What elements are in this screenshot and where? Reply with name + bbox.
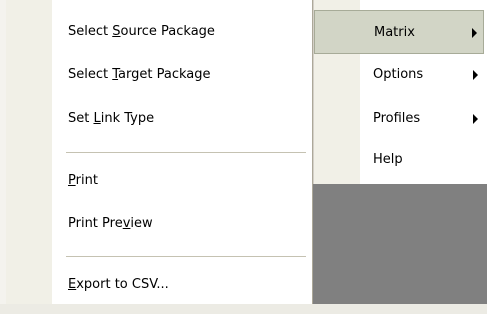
submenu-item-help[interactable]: Help xyxy=(314,138,484,182)
menu-item-label: Select xyxy=(68,67,113,82)
menu-icon-gutter xyxy=(6,0,52,304)
chevron-right-icon xyxy=(473,114,478,124)
menu-item-export-csv[interactable]: Export to CSV... xyxy=(68,273,169,297)
menu-item-label: Select xyxy=(68,24,113,39)
menu-item-accelerator: E xyxy=(68,277,77,292)
chevron-right-icon xyxy=(473,70,478,80)
menu-item-accelerator: L xyxy=(93,111,101,126)
menu-item-accelerator: P xyxy=(68,173,76,188)
menu-item-label: rint xyxy=(75,173,98,188)
menu-item-select-target-package[interactable]: Select Target Package xyxy=(68,63,211,87)
menu-separator xyxy=(66,256,306,257)
menu-item-label: xport to CSV... xyxy=(76,277,169,292)
window-bottom-edge xyxy=(0,304,487,314)
submenu-item-profiles[interactable]: Profiles xyxy=(314,97,484,141)
chevron-right-icon xyxy=(472,28,477,38)
menu-item-set-link-type[interactable]: Set Link Type xyxy=(68,107,154,131)
menu-item-print-preview[interactable]: Print Preview xyxy=(68,212,153,236)
menu-item-select-source-package[interactable]: Select Source Package xyxy=(68,20,215,44)
menu-item-label: iew xyxy=(130,216,153,231)
menu-item-label: ink Type xyxy=(100,111,155,126)
menu-item-label: ource Package xyxy=(120,24,215,39)
menu-item-label: Set xyxy=(68,111,94,126)
menu-item-label: Print Pre xyxy=(68,216,123,231)
menu-item-label: arget Package xyxy=(118,67,211,82)
submenu-item-label: Profiles xyxy=(373,111,421,126)
submenu-item-label: Options xyxy=(373,67,424,82)
menu-separator xyxy=(66,152,306,153)
menu-item-print[interactable]: Print xyxy=(68,169,98,193)
submenu-item-label: Help xyxy=(373,152,403,167)
submenu-item-options[interactable]: Options xyxy=(314,53,484,97)
submenu-item-matrix[interactable]: Matrix xyxy=(314,10,484,54)
menu-item-accelerator: S xyxy=(112,24,121,39)
submenu-item-label: Matrix xyxy=(374,25,415,40)
submenu: Matrix Options Profiles Help xyxy=(313,0,487,184)
context-menu: Select Source Package Select Target Pack… xyxy=(6,0,313,304)
